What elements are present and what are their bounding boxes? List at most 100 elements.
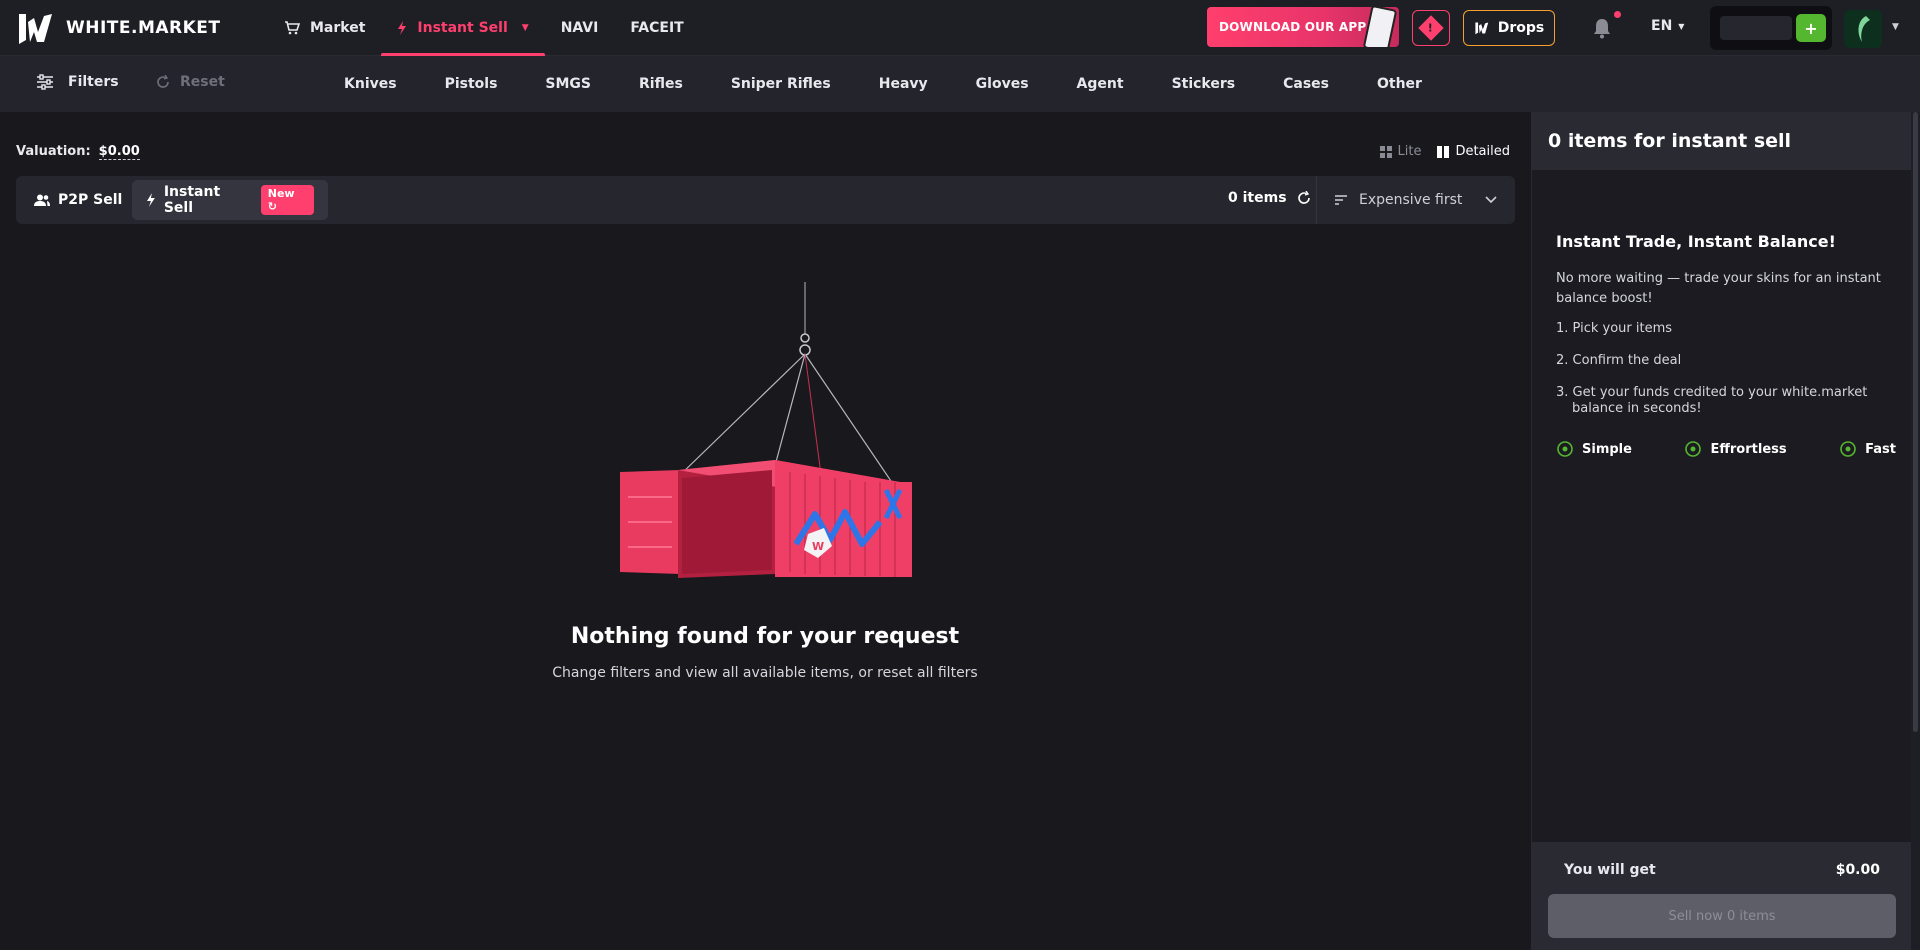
brand-logo[interactable]: WHITE.MARKET (16, 10, 221, 46)
new-badge-label: New (267, 187, 295, 200)
nav-market-label: Market (310, 20, 366, 36)
empty-state-title: Nothing found for your request (570, 624, 960, 649)
sliders-icon (37, 74, 53, 90)
nav-navi-label: NAVI (560, 20, 599, 36)
language-selector[interactable]: EN ▼ (1651, 18, 1684, 34)
feature-label: Fast (1865, 441, 1896, 457)
nav-faceit-label: FACEIT (630, 20, 684, 36)
feature-simple: Simple (1556, 440, 1632, 458)
feature-label: Simple (1582, 441, 1632, 457)
feature-fast: Fast (1839, 440, 1896, 458)
category-cases[interactable]: Cases (1259, 76, 1353, 92)
valuation-label: Valuation: (16, 144, 91, 159)
empty-container-illustration: W (620, 282, 912, 578)
target-icon (1685, 441, 1702, 457)
chevron-down-icon[interactable]: ▼ (1892, 22, 1899, 32)
alert-symbol: ! (1428, 21, 1434, 35)
brand-name: WHITE.MARKET (66, 18, 221, 38)
chevron-down-icon[interactable]: ▼ (522, 23, 529, 33)
target-icon (1557, 441, 1573, 457)
step-item: 3. Get your funds credited to your white… (1556, 385, 1868, 416)
category-gloves[interactable]: Gloves (952, 76, 1053, 92)
category-bar: Filters Reset Knives Pistols SMGS Rifles… (0, 56, 1920, 112)
empty-state-subtitle: Change filters and view all available it… (552, 665, 978, 681)
avatar-image (1844, 10, 1882, 48)
reset-label: Reset (180, 74, 225, 90)
bell-icon[interactable] (1590, 16, 1614, 40)
add-funds-button[interactable]: + (1796, 14, 1826, 42)
category-smgs[interactable]: SMGS (521, 76, 615, 92)
view-toggle: Lite Detailed (1379, 144, 1510, 159)
nav-market[interactable]: Market (268, 0, 381, 56)
category-stickers[interactable]: Stickers (1148, 76, 1260, 92)
category-pistols[interactable]: Pistols (421, 76, 522, 92)
nav-instant-sell[interactable]: Instant Sell ▼ (381, 0, 545, 56)
drops-button[interactable]: Drops (1463, 10, 1555, 46)
instant-sell-panel: 0 items for instant sell Instant Trade, … (1531, 112, 1912, 950)
lightning-icon (398, 21, 407, 35)
features-row: Simple Effrortless Fast (1556, 440, 1896, 458)
notification-dot (1614, 11, 1621, 18)
category-rifles[interactable]: Rifles (615, 76, 707, 92)
chevron-down-icon (1485, 196, 1497, 204)
avatar[interactable] (1844, 10, 1882, 48)
alert-icon: ! (1418, 15, 1444, 41)
reset-button[interactable]: Reset (156, 74, 225, 90)
category-heavy[interactable]: Heavy (855, 76, 952, 92)
steps-list: 1. Pick your items 2. Confirm the deal 3… (1556, 321, 1896, 417)
grid-icon (1379, 145, 1392, 158)
columns-icon (1437, 145, 1450, 158)
view-detailed-button[interactable]: Detailed (1437, 144, 1510, 159)
drops-label: Drops (1497, 20, 1545, 36)
download-app-banner[interactable]: DOWNLOAD OUR APP (1207, 7, 1399, 47)
promo-block: Instant Trade, Instant Balance! No more … (1556, 232, 1896, 433)
sell-now-button[interactable]: Sell now 0 items (1548, 894, 1896, 938)
nav-faceit[interactable]: FACEIT (614, 0, 699, 56)
users-icon (34, 194, 50, 206)
category-knives[interactable]: Knives (320, 76, 421, 92)
sort-icon (1335, 195, 1347, 205)
tab-p2p-label: P2P Sell (58, 192, 123, 208)
valuation: Valuation: $0.00 (16, 144, 140, 160)
nav-instant-sell-label: Instant Sell (417, 20, 508, 36)
tab-p2p-sell[interactable]: P2P Sell (20, 180, 136, 220)
you-get-value: $0.00 (1835, 862, 1880, 878)
checkout-box: You will get $0.00 Sell now 0 items (1532, 842, 1912, 950)
items-count-label: 0 items (1228, 190, 1287, 206)
alert-button[interactable]: ! (1412, 10, 1450, 46)
view-lite-button[interactable]: Lite (1379, 144, 1422, 159)
view-detailed-label: Detailed (1455, 144, 1510, 159)
main-nav: Market Instant Sell ▼ NAVI FACEIT (268, 0, 700, 56)
category-agent[interactable]: Agent (1053, 76, 1148, 92)
promo-title: Instant Trade, Instant Balance! (1556, 232, 1836, 251)
feature-effortless: Effrortless (1684, 440, 1787, 458)
promo-text: No more waiting — trade your skins for a… (1556, 271, 1881, 306)
main-content: Valuation: $0.00 Lite Detailed P2P Sell … (0, 112, 1530, 950)
step-item: 1. Pick your items (1556, 321, 1673, 336)
scrollbar-thumb[interactable] (1913, 112, 1918, 732)
you-get-label: You will get (1564, 862, 1656, 878)
language-label: EN (1651, 18, 1673, 34)
items-counter: 0 items (1228, 190, 1311, 206)
lightning-icon (146, 193, 155, 207)
category-other[interactable]: Other (1353, 76, 1446, 92)
category-sniper-rifles[interactable]: Sniper Rifles (707, 76, 855, 92)
refresh-icon (157, 75, 169, 88)
valuation-value[interactable]: $0.00 (98, 144, 140, 160)
tab-instant-label: Instant Sell (163, 184, 221, 216)
filters-button[interactable]: Filters (36, 74, 119, 90)
feature-label: Effrortless (1710, 441, 1787, 457)
view-lite-label: Lite (1397, 144, 1422, 159)
filters-label: Filters (68, 74, 119, 90)
refresh-icon[interactable] (1297, 191, 1311, 205)
sort-label: Expensive first (1359, 192, 1463, 208)
nav-navi[interactable]: NAVI (545, 0, 615, 56)
chevron-down-icon: ▼ (1678, 21, 1685, 31)
sell-toolbar: P2P Sell Instant Sell New ↻ 0 items Expe… (16, 176, 1515, 224)
cart-icon (285, 21, 300, 35)
tab-instant-sell[interactable]: Instant Sell New ↻ (132, 180, 328, 220)
sort-dropdown[interactable]: Expensive first (1316, 176, 1515, 224)
drops-logo-icon (1475, 22, 1488, 35)
new-badge: New ↻ (260, 185, 314, 215)
balance-display[interactable] (1720, 16, 1792, 40)
